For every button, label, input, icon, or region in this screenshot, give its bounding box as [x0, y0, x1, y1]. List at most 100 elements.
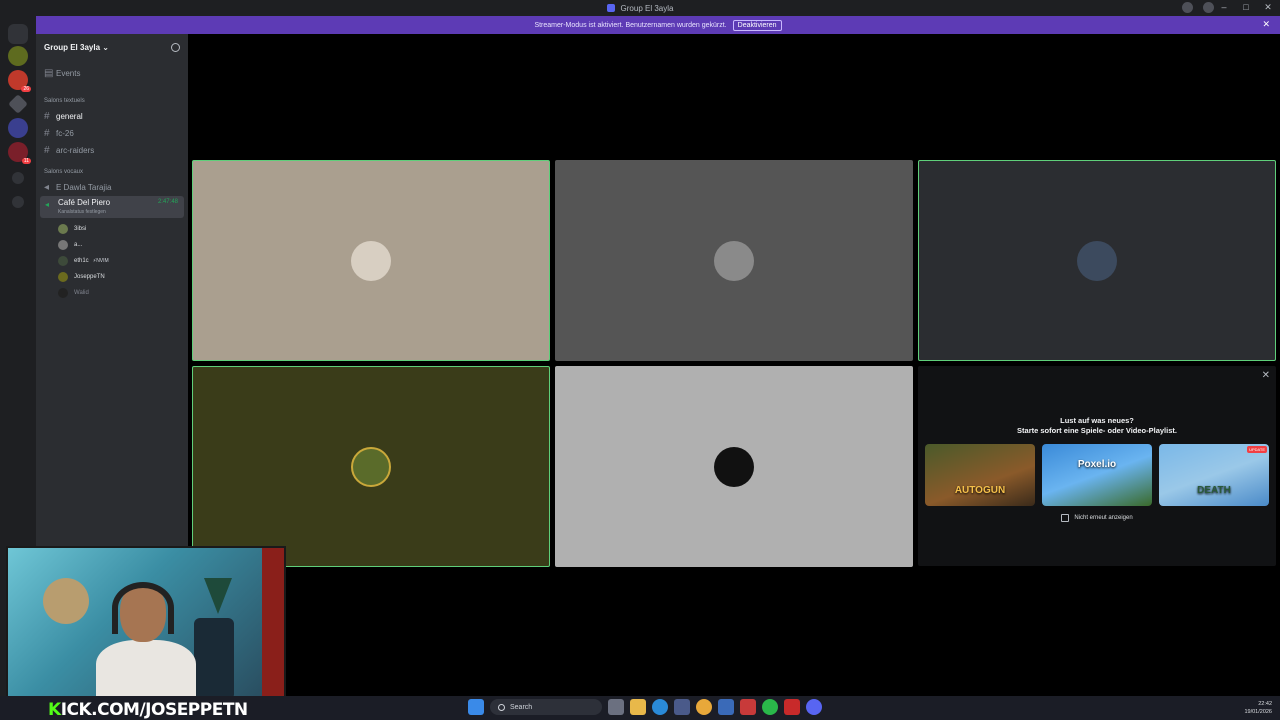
voice-channel-name: Café Del Piero [58, 198, 111, 207]
member-tag: ⚡NVIM [92, 258, 109, 264]
window-controls: – □ ✕ [1218, 2, 1274, 13]
edge-icon[interactable] [652, 699, 668, 715]
events-item[interactable]: ▤ Events [40, 66, 184, 81]
voice-channel-e-dawla[interactable]: ◂ E Dawla Tarajia [40, 180, 184, 195]
add-server-icon[interactable] [12, 172, 24, 184]
server-header[interactable]: Group El 3ayla ⌄ [36, 34, 188, 60]
voice-member[interactable]: a... [58, 238, 82, 252]
voice-participant-tile[interactable] [192, 160, 550, 361]
mention-badge: 26 [21, 86, 31, 92]
channel-label: general [56, 112, 83, 121]
channel-fc-26[interactable]: # fc-26 [40, 126, 184, 141]
system-clock[interactable]: 22:42 19/01/2026 [1244, 700, 1272, 716]
member-name: Walid [74, 290, 89, 296]
maximize-button[interactable]: □ [1240, 2, 1252, 13]
calendar-icon: ▤ [44, 68, 54, 79]
voice-participant-tile[interactable] [918, 160, 1276, 361]
invite-icon[interactable] [171, 42, 180, 52]
dont-show-again[interactable]: Nicht erneut anzeigen [918, 514, 1276, 522]
app-icon[interactable] [740, 699, 756, 715]
hash-icon: # [44, 145, 50, 156]
folder-icon[interactable] [8, 94, 28, 114]
kick-url: ICK.COM/JOSEPPETN [60, 700, 248, 720]
activity-suggestion-panel: ✕ Lust auf was neues? Starte sofort eine… [918, 366, 1276, 566]
clock-date: 19/01/2026 [1244, 709, 1272, 715]
inbox-icon[interactable] [1182, 2, 1193, 13]
voice-member[interactable]: 3ibsi [58, 222, 86, 236]
avatar [58, 288, 68, 298]
channel-status[interactable]: Kanalstatus festlegen [58, 209, 106, 215]
dont-show-label: Nicht erneut anzeigen [1074, 515, 1133, 521]
member-name: JoseppeTN [74, 274, 105, 280]
search-icon [498, 703, 505, 711]
voice-timer: 2:47:48 [157, 199, 178, 205]
hash-icon: # [44, 111, 50, 122]
voice-participant-tile[interactable] [555, 160, 913, 361]
close-window-button[interactable]: ✕ [1262, 2, 1274, 13]
app-icon[interactable] [784, 699, 800, 715]
whatsapp-icon[interactable] [762, 699, 778, 715]
server-icon[interactable]: 26 [8, 70, 31, 92]
banner-close-icon[interactable]: ✕ [1262, 19, 1270, 30]
category-voice-channels[interactable]: Salons vocaux [44, 169, 83, 175]
store-icon[interactable] [674, 699, 690, 715]
voice-channel-cafe-del-piero[interactable]: ◂ Café Del Piero 2:47:48 Kanalstatus fes… [40, 196, 184, 218]
channel-general[interactable]: # general [40, 109, 184, 124]
file-explorer-icon[interactable] [630, 699, 646, 715]
help-icon[interactable] [1203, 2, 1214, 13]
events-label: Events [56, 69, 81, 78]
activity-subtitle: Starte sofort eine Spiele- oder Video-Pl… [1017, 426, 1177, 435]
activity-title: Lust auf was neues? [1060, 416, 1134, 425]
chevron-down-icon: ⌄ [102, 42, 109, 52]
app-icon[interactable] [718, 699, 734, 715]
server-icon[interactable] [8, 118, 28, 138]
start-icon[interactable] [468, 699, 484, 715]
chrome-icon[interactable] [696, 699, 712, 715]
server-icon[interactable]: 11 [8, 142, 31, 164]
hash-icon: # [44, 128, 50, 139]
deactivate-button[interactable]: Deaktivieren [732, 19, 782, 31]
close-icon[interactable]: ✕ [1262, 370, 1270, 381]
home-icon[interactable] [8, 24, 28, 44]
game-name: AUTOGUN [954, 485, 1006, 496]
member-name: 3ibsi [74, 226, 87, 232]
voice-participant-tile[interactable] [555, 366, 913, 567]
kick-logo-letter: K [48, 700, 61, 720]
wall-hat [43, 578, 89, 624]
speaker-icon: ◂ [44, 182, 50, 193]
voice-participant-tile[interactable] [192, 366, 550, 567]
category-text-channels[interactable]: Salons textuels [44, 98, 85, 104]
member-name: a... [74, 242, 83, 248]
voice-member[interactable]: Walid [58, 286, 89, 300]
mention-badge: 11 [21, 158, 31, 164]
channel-arc-raiders[interactable]: # arc-raiders [40, 143, 184, 158]
discover-icon[interactable] [12, 196, 24, 208]
window-title: Group El 3ayla [620, 3, 674, 13]
server-name: Group El 3ayla [44, 42, 101, 52]
discord-taskbar-icon[interactable] [806, 699, 822, 715]
search-box[interactable]: Search [490, 699, 602, 715]
channel-label: fc-26 [56, 129, 74, 138]
voice-member[interactable]: eth1c ⚡NVIM [58, 254, 109, 268]
avatar [58, 256, 68, 266]
streamer-body [96, 640, 196, 696]
avatar [58, 240, 68, 250]
discord-icon [606, 4, 615, 12]
game-card-death[interactable]: UPDATE DEATH [1159, 444, 1269, 506]
window-titlebar: Group El 3ayla – □ ✕ [0, 0, 1280, 16]
game-card-autogun[interactable]: AUTOGUN [925, 444, 1035, 506]
banner-text: Streamer-Modus ist aktiviert. Benutzerna… [534, 21, 727, 29]
voice-member[interactable]: JoseppeTN [58, 270, 105, 284]
server-icon[interactable] [8, 46, 28, 66]
wall-pennant [204, 578, 232, 614]
minimize-button[interactable]: – [1218, 2, 1230, 13]
avatar [351, 446, 391, 487]
member-name: eth1c [74, 258, 89, 264]
checkbox[interactable] [1061, 514, 1070, 522]
game-card-poxel[interactable]: Poxel.io [1042, 444, 1152, 506]
speaker-icon: ◂ [45, 200, 50, 209]
avatar [1077, 240, 1117, 281]
channel-label: arc-raiders [56, 146, 95, 155]
task-view-icon[interactable] [608, 699, 624, 715]
clock-time: 22:42 [1258, 701, 1272, 707]
